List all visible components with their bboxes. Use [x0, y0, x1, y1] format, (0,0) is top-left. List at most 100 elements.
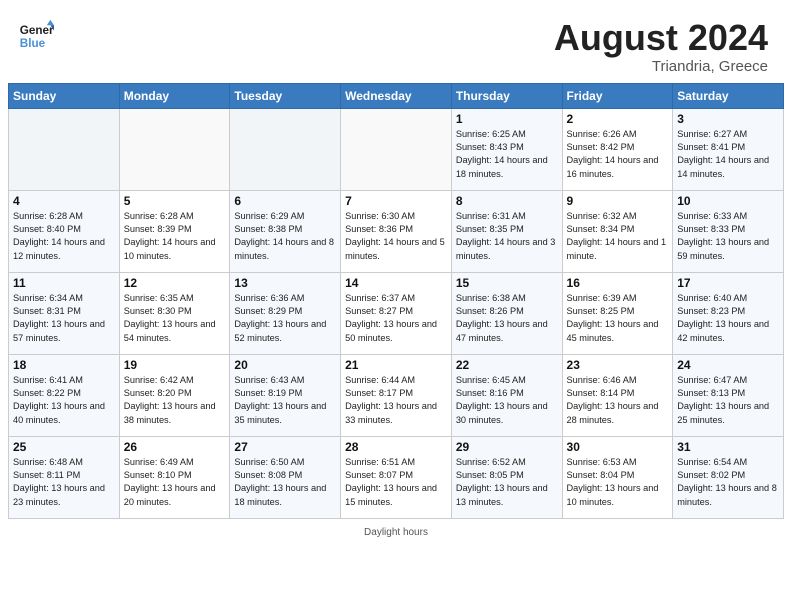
location: Triandria, Greece	[554, 58, 768, 75]
day-info: Sunrise: 6:40 AM Sunset: 8:23 PM Dayligh…	[677, 292, 779, 345]
weekday-tuesday: Tuesday	[230, 83, 341, 108]
day-number: 17	[677, 276, 779, 290]
day-cell: 17 Sunrise: 6:40 AM Sunset: 8:23 PM Dayli…	[673, 272, 784, 354]
weekday-friday: Friday	[562, 83, 673, 108]
day-info: Sunrise: 6:50 AM Sunset: 8:08 PM Dayligh…	[234, 456, 336, 509]
calendar-body: 1Sunrise: 6:25 AM Sunset: 8:43 PM Daylig…	[9, 108, 784, 518]
day-cell: 28 Sunrise: 6:51 AM Sunset: 8:07 PM Dayli…	[341, 436, 452, 518]
day-number: 14	[345, 276, 447, 290]
day-cell: 30 Sunrise: 6:53 AM Sunset: 8:04 PM Dayli…	[562, 436, 673, 518]
day-number: 12	[124, 276, 226, 290]
day-number: 28	[345, 440, 447, 454]
day-number: 21	[345, 358, 447, 372]
day-cell: 21 Sunrise: 6:44 AM Sunset: 8:17 PM Dayli…	[341, 354, 452, 436]
day-cell: 15 Sunrise: 6:38 AM Sunset: 8:26 PM Dayli…	[451, 272, 562, 354]
day-info: Sunrise: 6:29 AM Sunset: 8:38 PM Dayligh…	[234, 210, 336, 263]
day-info: Sunrise: 6:34 AM Sunset: 8:31 PM Dayligh…	[13, 292, 115, 345]
day-info: Sunrise: 6:32 AM Sunset: 8:34 PM Dayligh…	[567, 210, 669, 263]
day-cell: 19Sunrise: 6:42 AM Sunset: 8:20 PM Dayli…	[119, 354, 230, 436]
logo-icon: General Blue	[18, 18, 54, 54]
weekday-monday: Monday	[119, 83, 230, 108]
day-info: Sunrise: 6:31 AM Sunset: 8:35 PM Dayligh…	[456, 210, 558, 263]
calendar-table: SundayMondayTuesdayWednesdayThursdayFrid…	[8, 83, 784, 519]
day-info: Sunrise: 6:45 AM Sunset: 8:16 PM Dayligh…	[456, 374, 558, 427]
day-info: Sunrise: 6:49 AM Sunset: 8:10 PM Dayligh…	[124, 456, 226, 509]
day-number: 6	[234, 194, 336, 208]
day-info: Sunrise: 6:48 AM Sunset: 8:11 PM Dayligh…	[13, 456, 115, 509]
day-info: Sunrise: 6:47 AM Sunset: 8:13 PM Dayligh…	[677, 374, 779, 427]
title-block: August 2024 Triandria, Greece	[554, 18, 768, 75]
logo: General Blue	[18, 18, 54, 54]
day-cell: 29Sunrise: 6:52 AM Sunset: 8:05 PM Dayli…	[451, 436, 562, 518]
day-cell	[230, 108, 341, 190]
weekday-header: SundayMondayTuesdayWednesdayThursdayFrid…	[9, 83, 784, 108]
day-info: Sunrise: 6:51 AM Sunset: 8:07 PM Dayligh…	[345, 456, 447, 509]
weekday-wednesday: Wednesday	[341, 83, 452, 108]
week-row-1: 4 Sunrise: 6:28 AM Sunset: 8:40 PM Daylig…	[9, 190, 784, 272]
day-number: 4	[13, 194, 115, 208]
day-number: 3	[677, 112, 779, 126]
week-row-0: 1Sunrise: 6:25 AM Sunset: 8:43 PM Daylig…	[9, 108, 784, 190]
day-info: Sunrise: 6:28 AM Sunset: 8:40 PM Dayligh…	[13, 210, 115, 263]
day-number: 8	[456, 194, 558, 208]
day-info: Sunrise: 6:28 AM Sunset: 8:39 PM Dayligh…	[124, 210, 226, 263]
day-number: 23	[567, 358, 669, 372]
day-number: 1	[456, 112, 558, 126]
day-number: 24	[677, 358, 779, 372]
month-title: August 2024	[554, 18, 768, 58]
day-cell: 6 Sunrise: 6:29 AM Sunset: 8:38 PM Daylig…	[230, 190, 341, 272]
day-cell: 7 Sunrise: 6:30 AM Sunset: 8:36 PM Daylig…	[341, 190, 452, 272]
day-cell: 24 Sunrise: 6:47 AM Sunset: 8:13 PM Dayli…	[673, 354, 784, 436]
day-cell	[9, 108, 120, 190]
day-info: Sunrise: 6:36 AM Sunset: 8:29 PM Dayligh…	[234, 292, 336, 345]
day-number: 27	[234, 440, 336, 454]
day-number: 22	[456, 358, 558, 372]
svg-text:General: General	[20, 24, 54, 37]
day-cell	[119, 108, 230, 190]
calendar: SundayMondayTuesdayWednesdayThursdayFrid…	[0, 83, 792, 525]
day-cell: 4 Sunrise: 6:28 AM Sunset: 8:40 PM Daylig…	[9, 190, 120, 272]
day-cell: 16Sunrise: 6:39 AM Sunset: 8:25 PM Dayli…	[562, 272, 673, 354]
day-number: 10	[677, 194, 779, 208]
day-info: Sunrise: 6:30 AM Sunset: 8:36 PM Dayligh…	[345, 210, 447, 263]
day-number: 5	[124, 194, 226, 208]
day-number: 26	[124, 440, 226, 454]
day-info: Sunrise: 6:39 AM Sunset: 8:25 PM Dayligh…	[567, 292, 669, 345]
week-row-4: 25 Sunrise: 6:48 AM Sunset: 8:11 PM Dayli…	[9, 436, 784, 518]
week-row-2: 11 Sunrise: 6:34 AM Sunset: 8:31 PM Dayli…	[9, 272, 784, 354]
day-number: 20	[234, 358, 336, 372]
day-cell: 10 Sunrise: 6:33 AM Sunset: 8:33 PM Dayli…	[673, 190, 784, 272]
day-number: 25	[13, 440, 115, 454]
svg-text:Blue: Blue	[20, 37, 46, 50]
page-header: General Blue August 2024 Triandria, Gree…	[0, 0, 792, 83]
day-info: Sunrise: 6:54 AM Sunset: 8:02 PM Dayligh…	[677, 456, 779, 509]
day-number: 13	[234, 276, 336, 290]
day-number: 2	[567, 112, 669, 126]
day-cell	[341, 108, 452, 190]
day-cell: 14 Sunrise: 6:37 AM Sunset: 8:27 PM Dayli…	[341, 272, 452, 354]
day-info: Sunrise: 6:52 AM Sunset: 8:05 PM Dayligh…	[456, 456, 558, 509]
day-info: Sunrise: 6:37 AM Sunset: 8:27 PM Dayligh…	[345, 292, 447, 345]
day-info: Sunrise: 6:44 AM Sunset: 8:17 PM Dayligh…	[345, 374, 447, 427]
day-cell: 22 Sunrise: 6:45 AM Sunset: 8:16 PM Dayli…	[451, 354, 562, 436]
day-info: Sunrise: 6:33 AM Sunset: 8:33 PM Dayligh…	[677, 210, 779, 263]
day-cell: 3Sunrise: 6:27 AM Sunset: 8:41 PM Daylig…	[673, 108, 784, 190]
day-number: 15	[456, 276, 558, 290]
day-number: 7	[345, 194, 447, 208]
day-number: 30	[567, 440, 669, 454]
day-number: 18	[13, 358, 115, 372]
weekday-sunday: Sunday	[9, 83, 120, 108]
day-info: Sunrise: 6:53 AM Sunset: 8:04 PM Dayligh…	[567, 456, 669, 509]
day-cell: 13 Sunrise: 6:36 AM Sunset: 8:29 PM Dayli…	[230, 272, 341, 354]
day-info: Sunrise: 6:42 AM Sunset: 8:20 PM Dayligh…	[124, 374, 226, 427]
day-number: 31	[677, 440, 779, 454]
day-cell: 2Sunrise: 6:26 AM Sunset: 8:42 PM Daylig…	[562, 108, 673, 190]
day-cell: 18Sunrise: 6:41 AM Sunset: 8:22 PM Dayli…	[9, 354, 120, 436]
day-cell: 1Sunrise: 6:25 AM Sunset: 8:43 PM Daylig…	[451, 108, 562, 190]
day-cell: 27 Sunrise: 6:50 AM Sunset: 8:08 PM Dayli…	[230, 436, 341, 518]
day-info: Sunrise: 6:46 AM Sunset: 8:14 PM Dayligh…	[567, 374, 669, 427]
day-info: Sunrise: 6:38 AM Sunset: 8:26 PM Dayligh…	[456, 292, 558, 345]
day-number: 11	[13, 276, 115, 290]
day-cell: 9Sunrise: 6:32 AM Sunset: 8:34 PM Daylig…	[562, 190, 673, 272]
day-cell: 11 Sunrise: 6:34 AM Sunset: 8:31 PM Dayli…	[9, 272, 120, 354]
